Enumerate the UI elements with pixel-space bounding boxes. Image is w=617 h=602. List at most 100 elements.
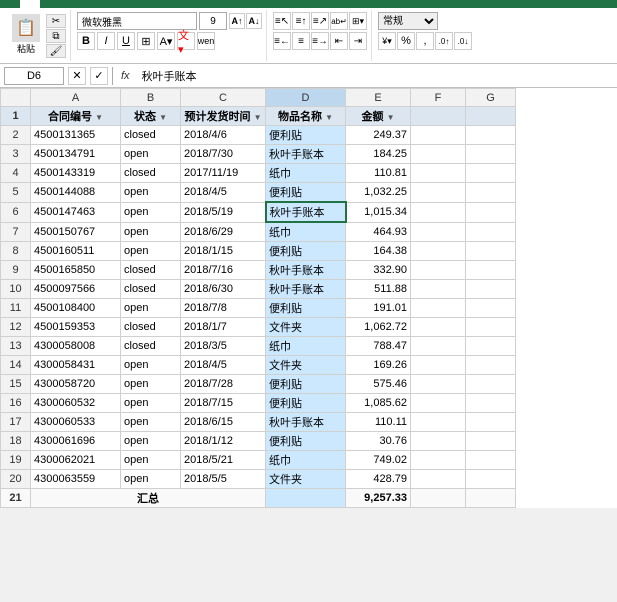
cell-ship-date-row18[interactable]: 2018/1/12 <box>181 432 266 451</box>
cell-status-row13[interactable]: closed <box>121 337 181 356</box>
cut-button[interactable]: ✂ <box>46 14 66 28</box>
cell-reference-box[interactable] <box>4 67 64 85</box>
cell-contract-row20[interactable]: 4300063559 <box>31 470 121 489</box>
cell-product-row2[interactable]: 便利贴 <box>266 126 346 145</box>
dropdown-arrow-e[interactable]: ▼ <box>387 113 395 122</box>
cell-contract-row8[interactable]: 4500160511 <box>31 242 121 261</box>
cell-amount-row19[interactable]: 749.02 <box>346 451 411 470</box>
cell-amount-row9[interactable]: 332.90 <box>346 261 411 280</box>
cell-product-row15[interactable]: 便利贴 <box>266 375 346 394</box>
font-decrease-button[interactable]: A↓ <box>246 13 262 29</box>
tab-insert[interactable] <box>40 0 60 8</box>
cell-product-row6[interactable]: 秋叶手账本 <box>266 202 346 222</box>
cell-amount-row2[interactable]: 249.37 <box>346 126 411 145</box>
dropdown-arrow-c[interactable]: ▼ <box>254 113 262 122</box>
cell-amount-row4[interactable]: 110.81 <box>346 164 411 183</box>
cell-contract-row18[interactable]: 4300061696 <box>31 432 121 451</box>
cell-product-row19[interactable]: 纸巾 <box>266 451 346 470</box>
cell-ship-date-row13[interactable]: 2018/3/5 <box>181 337 266 356</box>
align-top-center-button[interactable]: ≡↑ <box>292 12 310 30</box>
cell-amount-row11[interactable]: 191.01 <box>346 299 411 318</box>
tab-home[interactable] <box>20 0 40 8</box>
tab-formula[interactable] <box>80 0 100 8</box>
cell-product-row16[interactable]: 便利贴 <box>266 394 346 413</box>
bold-button[interactable]: B <box>77 32 95 50</box>
cell-status-row9[interactable]: closed <box>121 261 181 280</box>
cell-status-row6[interactable]: open <box>121 202 181 222</box>
cell-product-row5[interactable]: 便利贴 <box>266 183 346 203</box>
wrap-text-button[interactable]: ab↵ <box>330 12 348 30</box>
cell-status-row15[interactable]: open <box>121 375 181 394</box>
cell-product-row18[interactable]: 便利贴 <box>266 432 346 451</box>
cell-amount-row17[interactable]: 110.11 <box>346 413 411 432</box>
cell-contract-row6[interactable]: 4500147463 <box>31 202 121 222</box>
cell-product-row4[interactable]: 纸巾 <box>266 164 346 183</box>
cell-amount-row10[interactable]: 511.88 <box>346 280 411 299</box>
cell-ship-date-row12[interactable]: 2018/1/7 <box>181 318 266 337</box>
indent-decrease-button[interactable]: ⇤ <box>330 32 348 50</box>
cell-status-row14[interactable]: open <box>121 356 181 375</box>
cell-status-row19[interactable]: open <box>121 451 181 470</box>
tab-design[interactable] <box>180 0 200 8</box>
cell-product-row10[interactable]: 秋叶手账本 <box>266 280 346 299</box>
border-button[interactable]: ⊞ <box>137 32 155 50</box>
cell-status-row20[interactable]: open <box>121 470 181 489</box>
cell-contract-row9[interactable]: 4500165850 <box>31 261 121 280</box>
cell-product-row8[interactable]: 便利贴 <box>266 242 346 261</box>
cell-status-row2[interactable]: closed <box>121 126 181 145</box>
cell-ship-date-row2[interactable]: 2018/4/6 <box>181 126 266 145</box>
tab-layout[interactable] <box>60 0 80 8</box>
cell-ship-date-row14[interactable]: 2018/4/5 <box>181 356 266 375</box>
tab-view[interactable] <box>140 0 160 8</box>
cell-status-row4[interactable]: closed <box>121 164 181 183</box>
cell-status-row5[interactable]: open <box>121 183 181 203</box>
header-contract[interactable]: 合同编号 ▼ <box>31 107 121 126</box>
tab-file[interactable] <box>0 0 20 8</box>
cell-amount-row5[interactable]: 1,032.25 <box>346 183 411 203</box>
cell-amount-row13[interactable]: 788.47 <box>346 337 411 356</box>
cell-product-row12[interactable]: 文件夹 <box>266 318 346 337</box>
cell-ship-date-row20[interactable]: 2018/5/5 <box>181 470 266 489</box>
cell-product-row7[interactable]: 纸巾 <box>266 222 346 242</box>
dropdown-arrow-b[interactable]: ▼ <box>159 113 167 122</box>
align-center-button[interactable]: ≡ <box>292 32 310 50</box>
cell-status-row18[interactable]: open <box>121 432 181 451</box>
formula-input[interactable] <box>138 67 613 85</box>
underline-button[interactable]: U <box>117 32 135 50</box>
tab-beautify[interactable] <box>160 0 180 8</box>
align-left-button[interactable]: ≡← <box>273 32 291 50</box>
cell-product-row14[interactable]: 文件夹 <box>266 356 346 375</box>
align-right-button[interactable]: ≡→ <box>311 32 329 50</box>
currency-button[interactable]: ¥▾ <box>378 32 396 50</box>
header-product[interactable]: 物品名称 ▼ <box>266 107 346 126</box>
cell-ship-date-row6[interactable]: 2018/5/19 <box>181 202 266 222</box>
cell-status-row11[interactable]: open <box>121 299 181 318</box>
cell-amount-row14[interactable]: 169.26 <box>346 356 411 375</box>
cell-contract-row4[interactable]: 4500143319 <box>31 164 121 183</box>
indent-increase-button[interactable]: ⇥ <box>349 32 367 50</box>
cell-product-row20[interactable]: 文件夹 <box>266 470 346 489</box>
cell-contract-row10[interactable]: 4500097566 <box>31 280 121 299</box>
cell-status-row3[interactable]: open <box>121 145 181 164</box>
cell-contract-row16[interactable]: 4300060532 <box>31 394 121 413</box>
tab-review[interactable] <box>120 0 140 8</box>
cell-ship-date-row5[interactable]: 2018/4/5 <box>181 183 266 203</box>
cell-product-row17[interactable]: 秋叶手账本 <box>266 413 346 432</box>
merge-button[interactable]: ⊞▾ <box>349 12 367 30</box>
cell-status-row7[interactable]: open <box>121 222 181 242</box>
col-header-f[interactable]: F <box>411 89 466 107</box>
cell-ship-date-row7[interactable]: 2018/6/29 <box>181 222 266 242</box>
font-size-input[interactable] <box>199 12 227 30</box>
cell-contract-row13[interactable]: 4300058008 <box>31 337 121 356</box>
cell-product-row13[interactable]: 纸巾 <box>266 337 346 356</box>
cell-status-row8[interactable]: open <box>121 242 181 261</box>
cell-product-row11[interactable]: 便利贴 <box>266 299 346 318</box>
col-header-d[interactable]: D <box>266 89 346 107</box>
align-top-right-button[interactable]: ≡↗ <box>311 12 329 30</box>
cell-contract-row11[interactable]: 4500108400 <box>31 299 121 318</box>
fill-color-button[interactable]: A▾ <box>157 32 175 50</box>
paste-button[interactable]: 📋 粘贴 <box>8 12 44 57</box>
header-status[interactable]: 状态 ▼ <box>121 107 181 126</box>
align-top-left-button[interactable]: ≡↖ <box>273 12 291 30</box>
copy-button[interactable]: ⧉ <box>46 29 66 43</box>
